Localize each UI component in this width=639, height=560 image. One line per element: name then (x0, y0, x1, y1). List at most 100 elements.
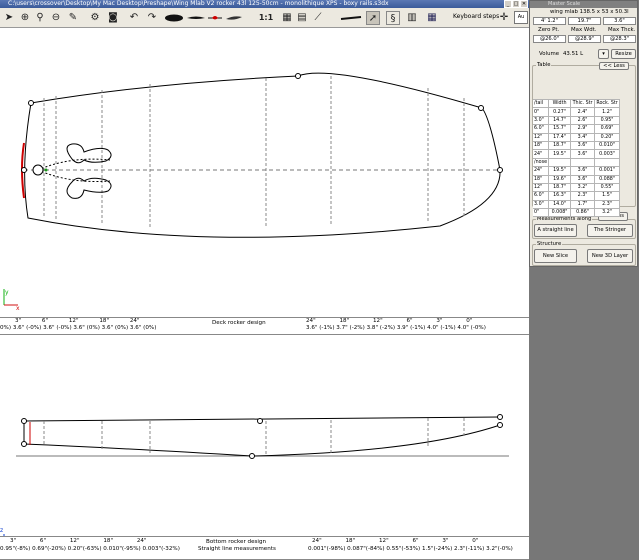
cell-thick[interactable]: 3.6" (570, 166, 596, 176)
cell-thick[interactable]: 3.4" (570, 132, 596, 142)
cell-rocker[interactable]: 0.088" (594, 174, 621, 184)
draw-icon[interactable]: ✎ (66, 11, 80, 25)
structure-label: Structure (536, 241, 563, 248)
cell-width[interactable]: 0.008" (548, 208, 572, 218)
cell-thick[interactable]: 2.4" (570, 107, 596, 117)
design-canvas[interactable]: y x z 3" 6" 12" 18" 24" 0%) 3.6" (-0%) 3… (0, 28, 529, 560)
cell-pos: 18" (533, 140, 550, 151)
table-icon[interactable]: ▦ (425, 11, 439, 25)
side-view-icon[interactable] (186, 11, 206, 25)
cell-width[interactable]: 14.0" (548, 199, 572, 210)
zoom-in-icon[interactable]: ⊕ (18, 11, 32, 25)
deck-left-values: 0%) 3.6" (-0%) 3.6" (-0%) 3.6" (0%) 3.6"… (0, 325, 157, 331)
cell-thick[interactable]: 3.6" (570, 149, 596, 159)
cell-width[interactable]: 14.7" (548, 115, 572, 126)
table-row: 0" 0.27" 2.4" 1.2" (533, 107, 621, 117)
cell-width[interactable]: 15.7" (548, 124, 572, 134)
cell-rocker[interactable]: 0.003" (594, 149, 621, 159)
close-button[interactable]: ✕ (520, 0, 528, 8)
cell-pos: 0" (533, 107, 550, 117)
table-row: 0" 0.008" 0.86" 3.2" (533, 208, 621, 218)
camera-icon[interactable]: ◙ (106, 11, 120, 25)
snap-icon[interactable]: § (386, 11, 400, 25)
cell-width[interactable]: 19.6" (548, 174, 572, 184)
table-row: 6.0" 15.7" 2.9" 0.69" (533, 124, 621, 134)
stringer-button[interactable]: The Stringer (587, 224, 633, 237)
cell-pos: 12" (533, 182, 550, 193)
cell-thick[interactable]: 1.7" (570, 199, 596, 210)
bottom-rocker-table: 3" 6" 12" 18" 24" 0.95"(-8%) 0.69"(-20%)… (0, 536, 529, 560)
cell-rocker[interactable]: 1.2" (594, 107, 621, 117)
resize-button[interactable]: Resize (611, 49, 636, 59)
redo-icon[interactable]: ↷ (145, 11, 159, 25)
cell-rocker[interactable]: 0.010" (594, 140, 621, 151)
length-field[interactable]: 4' 1.2" (533, 17, 566, 25)
cursor-icon[interactable]: ➤ (2, 11, 16, 25)
cell-width[interactable]: 16.3" (548, 191, 572, 201)
table-group-label: Table (536, 62, 552, 69)
layers-icon[interactable]: ▥ (405, 11, 419, 25)
gear-icon[interactable]: ⚙ (88, 11, 102, 25)
minimize-button[interactable]: _ (504, 0, 512, 8)
undo-icon[interactable]: ↶ (127, 11, 141, 25)
axis-z-label: z (0, 527, 3, 534)
cell-thick[interactable]: 3.6" (570, 174, 596, 184)
cell-width[interactable]: 19.5" (548, 166, 572, 176)
perspective-icon[interactable] (225, 11, 243, 25)
cell-pos: 3.0" (533, 115, 550, 126)
zoom-icon[interactable]: ⚲ (33, 11, 47, 25)
board-icon[interactable]: ▦ (280, 11, 294, 25)
board-outline (24, 72, 501, 238)
straight-line-button[interactable]: A straight line (534, 224, 577, 237)
cell-rocker[interactable]: 0.69" (594, 124, 621, 134)
cell-width[interactable]: 18.7" (548, 182, 572, 193)
axis-y-label: y (5, 289, 9, 296)
cell-thick[interactable]: 2.3" (570, 191, 596, 201)
slice-view-icon[interactable] (207, 11, 223, 25)
cell-thick[interactable]: 2.6" (570, 115, 596, 126)
cell-rocker[interactable]: 0.55" (594, 182, 621, 193)
new-3d-layer-button[interactable]: New 3D Layer (587, 249, 633, 263)
cell-rocker[interactable]: 0.20" (594, 132, 621, 142)
deck-table-title: Deck rocker design (212, 320, 266, 326)
bottom-right-values: 0.001"(-98%) 0.087"(-84%) 0.55"(-53%) 1.… (308, 546, 513, 552)
nose-rows: 24" 19.5" 3.6" 0.001" 18" 19.6" 3.6" 0.088" 12" 1… (533, 166, 621, 218)
measure-icon[interactable]: ⟋ (311, 11, 325, 25)
maximize-button[interactable]: □ (512, 0, 520, 8)
line-icon[interactable] (340, 11, 362, 25)
cell-width[interactable]: 17.4" (548, 132, 572, 142)
grid-icon[interactable]: ▤ (295, 11, 309, 25)
nose-section-label: /nose (533, 157, 550, 168)
scale-label[interactable]: 1:1 (258, 11, 274, 25)
cell-thick[interactable]: 3.6" (570, 140, 596, 151)
keyboard-steps-select[interactable]: Au (514, 11, 528, 24)
cell-rocker[interactable]: 2.3" (594, 199, 621, 210)
cell-thick[interactable]: 2.9" (570, 124, 596, 134)
width-field[interactable]: 19.7" (568, 17, 601, 25)
cell-rocker[interactable]: 1.5" (594, 191, 621, 201)
cell-width[interactable]: 19.5" (548, 149, 572, 159)
max-width-header: Max Wdt. (571, 27, 597, 33)
col-width-header: Width (548, 98, 572, 109)
cell-width[interactable]: 0.27" (548, 107, 572, 117)
cell-width[interactable]: 18.7" (548, 140, 572, 151)
new-slice-button[interactable]: New Slice (534, 249, 577, 263)
deck-left-labels: 3" 6" 12" 18" 24" (15, 318, 140, 324)
select-icon[interactable]: ➚ (366, 11, 380, 25)
zoom-out-icon[interactable]: ⊖ (49, 11, 63, 25)
cell-pos: 18" (533, 174, 550, 184)
thickness-field[interactable]: 3.6" (603, 17, 636, 25)
cell-thick[interactable]: 3.2" (570, 182, 596, 193)
profile-view (16, 414, 509, 459)
crosshair-icon[interactable]: ✛ (497, 11, 511, 25)
cell-rocker[interactable]: 0.001" (594, 166, 621, 176)
col-thickness-header: Thic. Str (570, 98, 596, 109)
less-button[interactable]: << Less (599, 62, 629, 70)
cell-pos: 0" (533, 208, 550, 218)
cell-rocker[interactable]: 3.2" (594, 208, 621, 218)
top-view-icon[interactable] (164, 11, 184, 25)
cell-rocker[interactable]: 0.95" (594, 115, 621, 126)
volume-dropdown[interactable]: ▾ (598, 49, 609, 59)
panel-title: Master Scale (530, 1, 637, 8)
cell-thick[interactable]: 0.86" (570, 208, 596, 218)
